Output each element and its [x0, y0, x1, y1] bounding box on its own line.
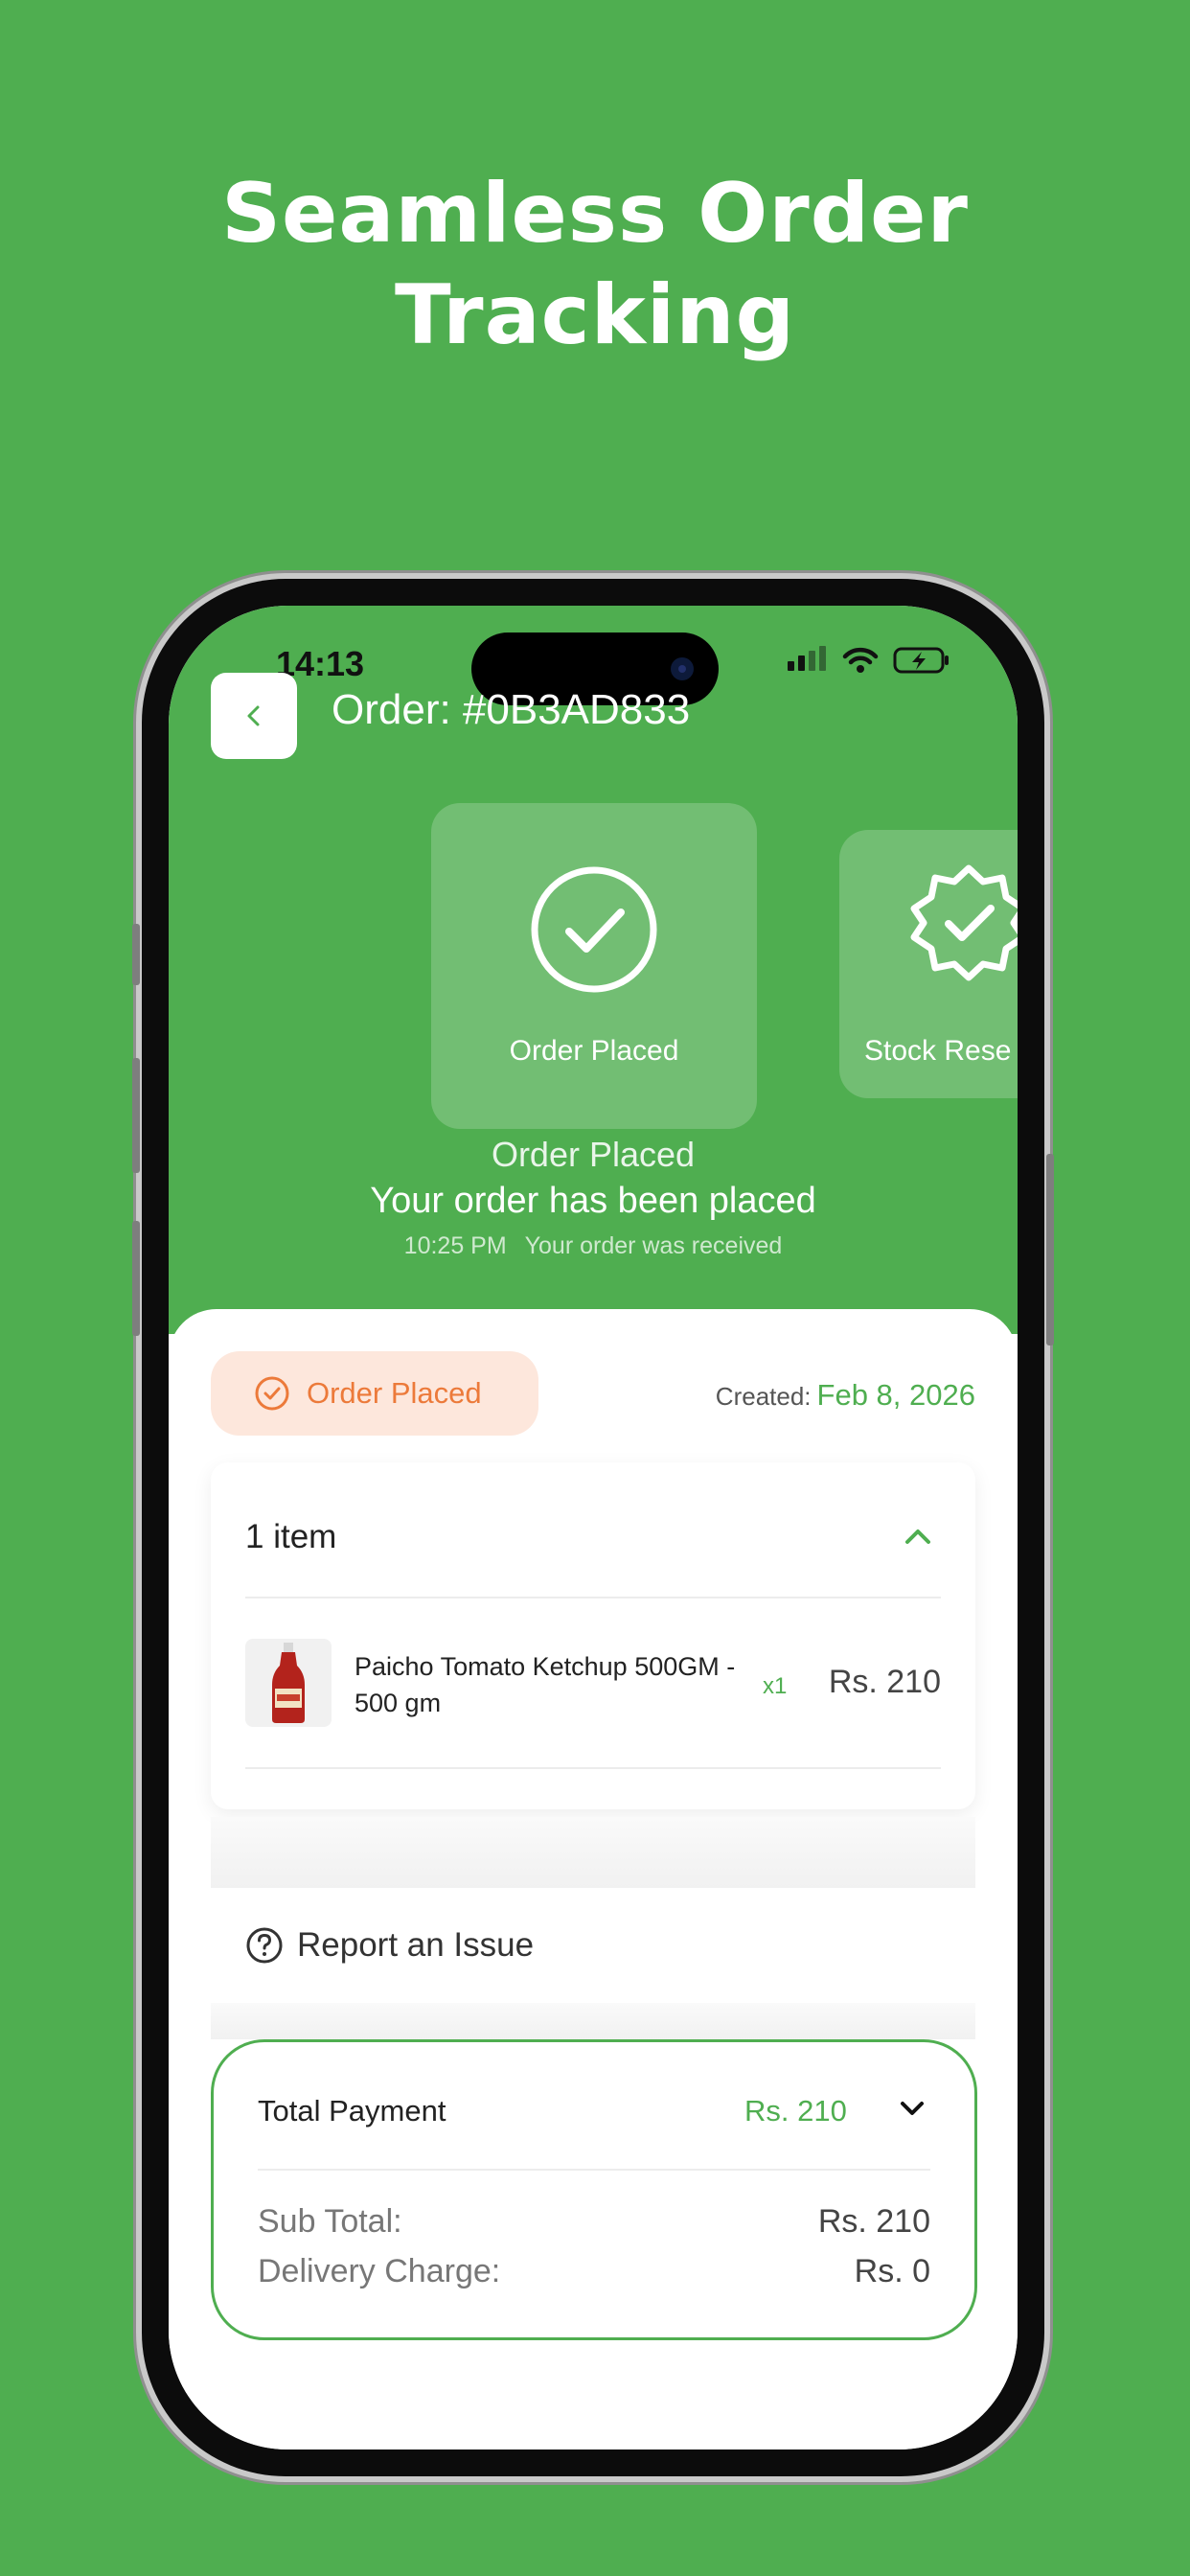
phone-frame: 14:13 Order: #0B3AD833 Order Placed Stoc… [132, 579, 1054, 2476]
product-thumbnail [245, 1639, 332, 1727]
order-status-badge: Order Placed [211, 1351, 538, 1436]
section-separator [211, 2003, 975, 2039]
check-circle-icon [531, 866, 657, 993]
created-date: Created: Feb 8, 2026 [716, 1378, 975, 1413]
chevron-left-icon [247, 705, 260, 726]
current-status-meta: 10:25 PM Your order was received [169, 1232, 1018, 1260]
current-status-description: Your order has been placed [370, 1181, 816, 1221]
order-details-sheet: Order Placed Created:Feb 8, 2026 1 item [169, 1309, 1018, 2450]
help-circle-icon [246, 1927, 283, 1964]
chevron-up-icon[interactable] [903, 1526, 933, 1547]
step-card-order-placed[interactable]: Order Placed [431, 803, 757, 1129]
product-name: Paicho Tomato Ketchup 500GM - 500 gm [355, 1652, 736, 1717]
step-label: Order Placed [509, 1035, 679, 1067]
delivery-charge-label: Delivery Charge: [258, 2253, 501, 2289]
delivery-charge-value: Rs. 0 [854, 2253, 930, 2289]
step-label: Stock Rese [864, 1035, 1012, 1067]
status-timestamp: 10:25 PM [403, 1232, 507, 1259]
created-value: Feb 8, 2026 [816, 1378, 975, 1412]
step-card-stock-reserved[interactable]: Stock Rese [839, 830, 1018, 1098]
total-payment-value: Rs. 210 [744, 2094, 847, 2128]
app-screen: 14:13 Order: #0B3AD833 Order Placed Stoc… [169, 606, 1018, 2450]
product-price: Rs. 210 [828, 1664, 941, 1700]
created-label: Created: [715, 1382, 812, 1411]
divider [245, 1767, 941, 1769]
product-quantity: x1 [763, 1673, 788, 1699]
report-issue-label: Report an Issue [297, 1926, 535, 1964]
total-payment-label: Total Payment [258, 2094, 446, 2128]
items-count: 1 item [245, 1518, 337, 1555]
subtotal-value: Rs. 210 [817, 2203, 930, 2240]
mute-switch [132, 924, 140, 985]
promo-headline: Seamless Order Tracking [0, 163, 1190, 366]
battery-charging-icon [893, 647, 949, 674]
badge-check-icon [910, 864, 1018, 981]
status-icons [786, 646, 950, 675]
headline-line-2: Tracking [394, 267, 796, 363]
volume-down-button [132, 1221, 140, 1336]
badge-label: Order Placed [307, 1376, 482, 1410]
report-issue-button[interactable]: Report an Issue [211, 1888, 975, 2003]
check-circle-icon [255, 1376, 289, 1411]
signal-icon [788, 646, 826, 671]
subtotal-label: Sub Total: [258, 2203, 402, 2240]
power-button [1046, 1154, 1054, 1346]
current-status-title: Order Placed [491, 1135, 696, 1174]
divider [258, 2169, 930, 2171]
back-button[interactable] [211, 673, 297, 759]
payment-summary-card: Total Payment Rs. 210 Sub Total: Rs. 210… [211, 2039, 977, 2340]
chevron-down-icon[interactable] [898, 2098, 927, 2119]
order-title: Order: #0B3AD833 [332, 686, 691, 733]
headline-line-1: Seamless Order [221, 166, 969, 262]
ketchup-bottle-icon [272, 1643, 305, 1723]
wifi-icon [842, 647, 879, 673]
volume-up-button [132, 1058, 140, 1173]
section-separator [211, 1817, 975, 1888]
status-note: Your order was received [524, 1232, 783, 1259]
divider [245, 1597, 941, 1598]
items-card: 1 item Paicho Tomato Ketchup 500GM - 500… [211, 1462, 975, 1809]
